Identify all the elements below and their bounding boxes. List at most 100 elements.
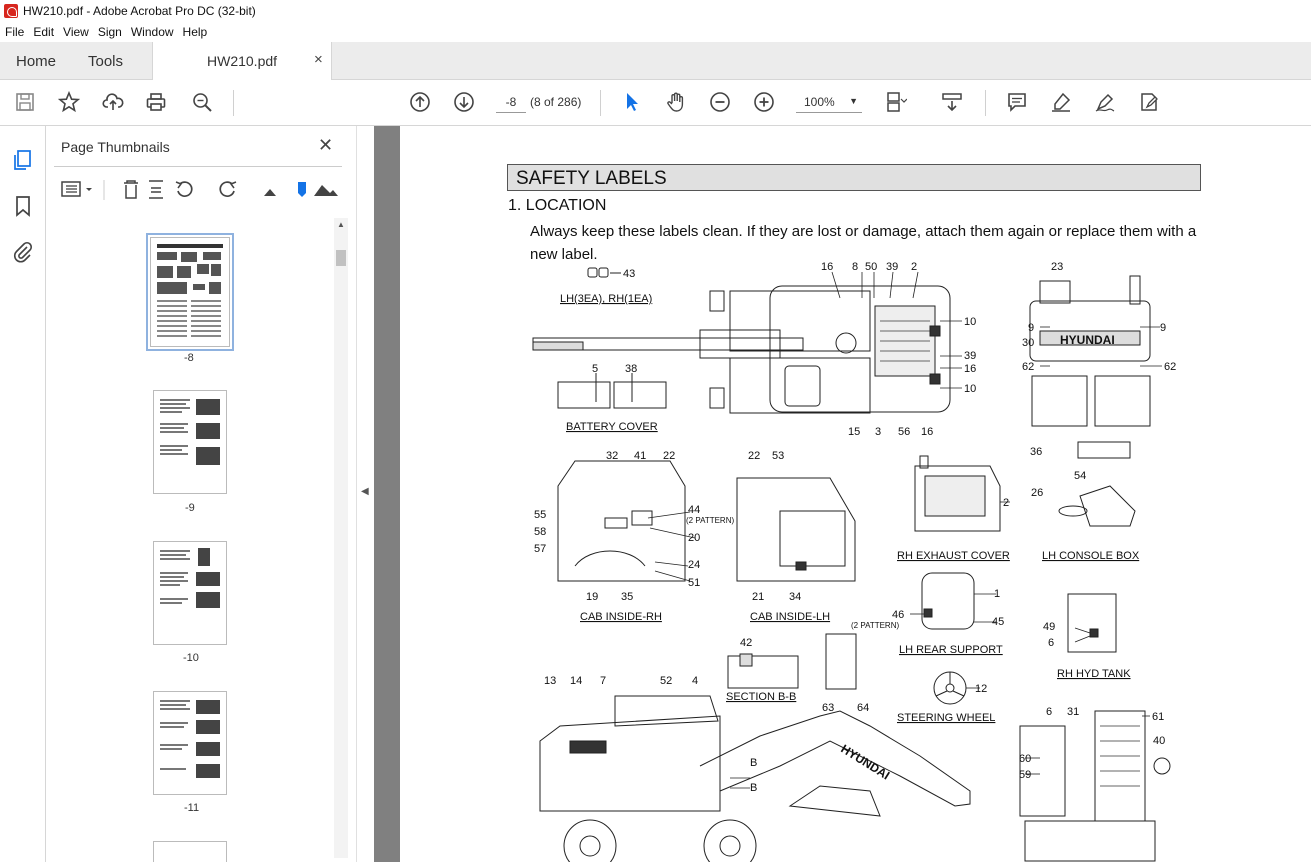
caption-battery-cover: BATTERY COVER [566,421,658,433]
highlight-icon[interactable] [1049,90,1073,114]
callout-number: 39 [964,350,976,362]
callout-number: 62 [1022,361,1034,373]
tab-document[interactable]: HW210.pdf × [152,42,332,80]
callout-number: 6 [1046,706,1052,718]
callout-number: 57 [534,543,546,555]
callout-number: 63 [822,702,834,714]
scroll-icon[interactable] [940,90,964,114]
panel-title: Page Thumbnails [61,139,170,155]
callout-number: 7 [600,675,606,687]
fill-sign-icon[interactable] [1137,90,1161,114]
menu-sign[interactable]: Sign [93,25,126,39]
chevron-left-icon[interactable]: ◀ [361,486,369,497]
section-marker-b: B [750,782,757,794]
document-area[interactable]: SAFETY LABELS 1. LOCATION Always keep th… [374,126,1311,862]
zoom-value: 100% [804,95,835,109]
delete-page-icon[interactable] [124,180,138,199]
callout-number: 49 [1043,621,1055,633]
scrollbar-thumb[interactable] [336,250,346,266]
thumbnail-page[interactable] [153,841,227,862]
safety-labels-diagram: LH(3EA), RH(1EA) BATTERY COVER CAB INSID… [532,261,1176,862]
menu-help[interactable]: Help [178,25,212,39]
scroll-up-icon[interactable]: ▲ [337,220,345,229]
caption-cab-inside-rh: CAB INSIDE-RH [580,611,662,623]
thumbnail-options-icon[interactable] [61,181,92,197]
caption-lh-console-box: LH CONSOLE BOX [1042,550,1140,562]
tab-home[interactable]: Home [16,53,56,70]
callout-number: 10 [964,383,976,395]
page-number-input[interactable] [496,91,526,113]
print-icon[interactable] [144,90,168,114]
select-arrow-icon[interactable] [620,90,644,114]
callout-number: 52 [660,675,672,687]
left-rail [0,126,46,862]
caption-cab-inside-lh: CAB INSIDE-LH [750,611,830,623]
pattern-note: (2 PATTERN) [851,621,899,630]
menu-bar: File Edit View Sign Window Help [0,22,1311,42]
panel-collapse-handle[interactable]: ◀ [356,126,374,862]
caption-rh-exhaust-cover: RH EXHAUST COVER [897,550,1010,562]
zoom-search-icon[interactable] [190,90,214,114]
attachment-icon[interactable] [11,240,35,264]
caption-rh-hyd-tank: RH HYD TANK [1057,668,1131,680]
section-marker-b: B [750,757,757,769]
pdf-page[interactable]: SAFETY LABELS 1. LOCATION Always keep th… [400,126,1311,862]
callout-number: 19 [586,591,598,603]
thumbnail-page[interactable] [153,541,227,645]
callout-number: 13 [544,675,556,687]
menu-edit[interactable]: Edit [28,25,58,39]
rotate-right-icon[interactable] [219,181,237,197]
callout-number: 31 [1067,706,1079,718]
callout-number: 46 [892,609,904,621]
thumbnail-page[interactable] [146,233,234,351]
callout-number: 5 [592,363,598,375]
callout-number: 39 [886,261,898,273]
menu-file[interactable]: File [0,25,28,39]
caption-lh-rear-support: LH REAR SUPPORT [899,644,1003,656]
panel-toolbar [46,176,346,212]
tab-bar: Home Tools HW210.pdf × [0,42,1311,80]
thumbnail-label: -8 [184,352,194,364]
bookmark-blue-icon[interactable] [298,182,306,197]
callout-number: 60 [1019,753,1031,765]
save-icon[interactable] [13,90,37,114]
page-thumbnails-icon[interactable] [11,148,35,172]
rotate-left-icon[interactable] [175,181,193,197]
mountain-small-icon[interactable] [264,189,276,196]
star-icon[interactable] [57,90,81,114]
tab-tools[interactable]: Tools [88,53,123,70]
callout-number: 3 [875,426,881,438]
callout-number: 54 [1074,470,1086,482]
thumbnail-page[interactable] [153,390,227,494]
callout-number: 45 [992,616,1004,628]
thumbnail-label: -9 [185,502,195,514]
zoom-in-icon[interactable] [752,90,776,114]
menu-window[interactable]: Window [126,25,178,39]
callout-number: 1 [994,588,1000,600]
callout-number: 42 [740,637,752,649]
zoom-out-icon[interactable] [708,90,732,114]
page-view-icon[interactable] [884,90,908,114]
close-icon[interactable]: ✕ [318,135,333,156]
mountain-large-icon[interactable] [314,185,338,196]
comment-icon[interactable] [1005,90,1029,114]
upload-icon[interactable] [101,90,125,114]
bookmark-icon[interactable] [11,194,35,218]
extract-page-icon[interactable] [149,180,163,199]
callout-number: 16 [821,261,833,273]
page-down-icon[interactable] [452,90,476,114]
thumbnail-page[interactable] [153,691,227,795]
callout-number: 38 [625,363,637,375]
page-up-icon[interactable] [408,90,432,114]
callout-number: 9 [1160,322,1166,334]
zoom-select[interactable]: 100% ▼ [796,91,862,113]
hand-icon[interactable] [664,90,688,114]
toolbar-separator [233,90,234,116]
thumbnail-scrollbar[interactable]: ▲ [334,218,348,858]
callout-number: 30 [1022,337,1034,349]
callout-number: 16 [921,426,933,438]
sign-icon[interactable] [1093,90,1117,114]
callout-number: 10 [964,316,976,328]
menu-view[interactable]: View [58,25,93,39]
tab-close-icon[interactable]: × [314,51,323,68]
